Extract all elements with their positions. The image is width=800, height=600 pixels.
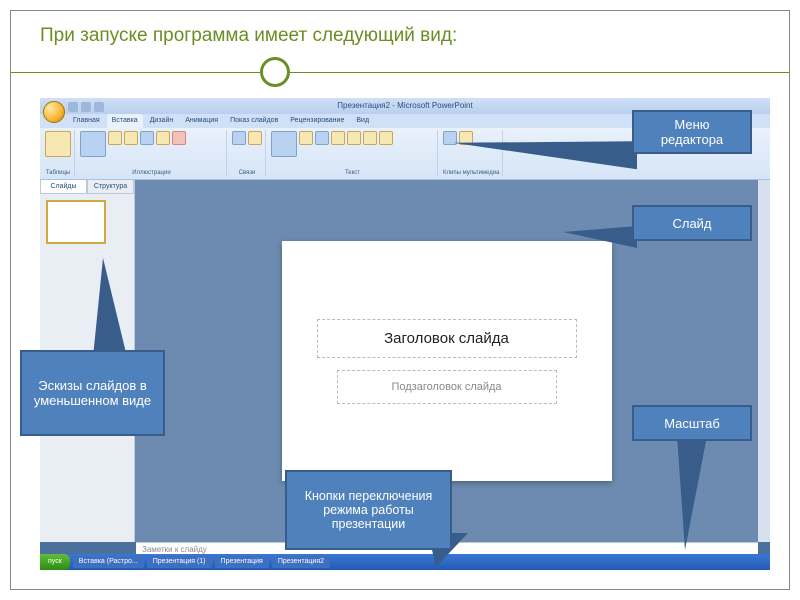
quick-access-toolbar[interactable] [68, 102, 104, 114]
side-tab-outline[interactable]: Структура [87, 180, 134, 194]
callout-view-modes: Кнопки переключения режима работы презен… [285, 470, 452, 550]
vertical-scrollbar[interactable] [758, 180, 770, 542]
callout-editor-menu: Меню редактора [632, 110, 752, 154]
clipart-icon[interactable] [108, 131, 122, 145]
ribbon-group-tables: Таблицы [42, 130, 75, 177]
photoalbum-icon[interactable] [124, 131, 138, 145]
decorative-ring [260, 57, 290, 87]
callout-tail [565, 228, 635, 246]
side-tab-slides[interactable]: Слайды [40, 180, 87, 194]
taskbar-item[interactable]: Презентация2 [272, 556, 330, 568]
qat-save-icon[interactable] [68, 102, 78, 112]
ribbon-tab-view[interactable]: Вид [351, 114, 374, 128]
callout-slide: Слайд [632, 205, 752, 241]
title-placeholder[interactable]: Заголовок слайда [317, 319, 577, 358]
datetime-icon[interactable] [331, 131, 345, 145]
callout-tail [455, 137, 635, 167]
qat-redo-icon[interactable] [94, 102, 104, 112]
callout-tail [95, 260, 125, 355]
page-heading: При запуске программа имеет следующий ви… [40, 25, 457, 47]
shapes-icon[interactable] [140, 131, 154, 145]
office-button-icon[interactable] [43, 101, 65, 123]
wordart-icon[interactable] [315, 131, 329, 145]
header-footer-icon[interactable] [299, 131, 313, 145]
hyperlink-icon[interactable] [232, 131, 246, 145]
ribbon-group-text: Текст [268, 130, 438, 177]
taskbar-item[interactable]: Презентация [215, 556, 269, 568]
qat-undo-icon[interactable] [81, 102, 91, 112]
ribbon-group-links: Связи [229, 130, 266, 177]
action-icon[interactable] [248, 131, 262, 145]
symbol-icon[interactable] [363, 131, 377, 145]
chart-icon[interactable] [172, 131, 186, 145]
callout-thumbnails: Эскизы слайдов в уменьшенном виде [20, 350, 165, 436]
ribbon-tab-slideshow[interactable]: Показ слайдов [225, 114, 283, 128]
decorative-line [11, 72, 789, 73]
object-icon[interactable] [379, 131, 393, 145]
picture-icon[interactable] [80, 131, 106, 157]
ribbon-tab-design[interactable]: Дизайн [145, 114, 179, 128]
ribbon-tab-insert[interactable]: Вставка [107, 114, 143, 128]
side-tabs: Слайды Структура [40, 180, 134, 194]
ribbon-tab-review[interactable]: Рецензирование [285, 114, 349, 128]
taskbar-item[interactable]: Вставка (Растро... [73, 556, 144, 568]
ribbon-tab-animation[interactable]: Анимация [180, 114, 223, 128]
table-icon[interactable] [45, 131, 71, 157]
ribbon-tab-home[interactable]: Главная [68, 114, 105, 128]
callout-tail [679, 438, 705, 548]
subtitle-placeholder[interactable]: Подзаголовок слайда [337, 370, 557, 404]
callout-zoom: Масштаб [632, 405, 752, 441]
slide-canvas[interactable]: Заголовок слайда Подзаголовок слайда [282, 241, 612, 481]
ribbon-group-illustrations: Иллюстрации [77, 130, 227, 177]
textbox-icon[interactable] [271, 131, 297, 157]
slide-thumbnail[interactable] [46, 200, 106, 244]
windows-taskbar: пуск Вставка (Растро... Презентация (1) … [40, 554, 770, 570]
taskbar-item[interactable]: Презентация (1) [147, 556, 212, 568]
smartart-icon[interactable] [156, 131, 170, 145]
start-button[interactable]: пуск [40, 554, 70, 570]
slidenumber-icon[interactable] [347, 131, 361, 145]
